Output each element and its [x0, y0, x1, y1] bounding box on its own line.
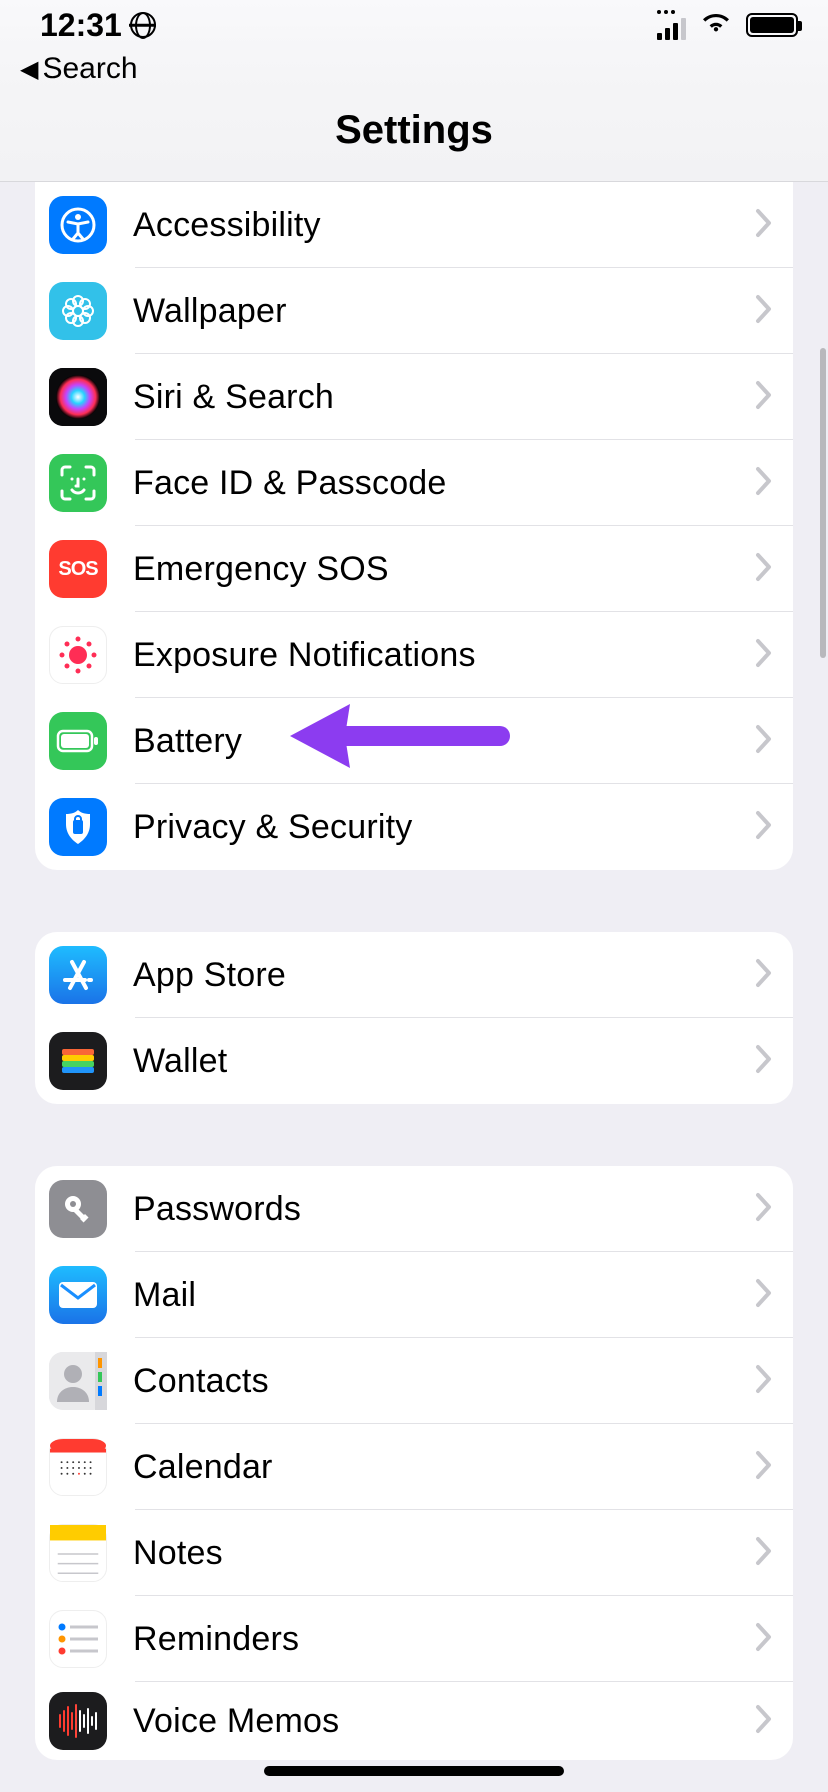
row-mail[interactable]: Mail: [35, 1252, 793, 1338]
chevron-right-icon: [755, 638, 773, 673]
chevron-right-icon: [755, 1450, 773, 1485]
reminders-icon: [49, 1610, 107, 1668]
chevron-right-icon: [755, 1278, 773, 1313]
privacy-icon: [49, 798, 107, 856]
battery-status-icon: [746, 13, 798, 37]
row-label: Voice Memos: [133, 1702, 755, 1741]
faceid-icon: [49, 454, 107, 512]
chevron-right-icon: [755, 1536, 773, 1571]
wallpaper-icon: [49, 282, 107, 340]
status-bar: 12:31: [0, 0, 828, 50]
chevron-right-icon: [755, 380, 773, 415]
row-passwords[interactable]: Passwords: [35, 1166, 793, 1252]
notes-icon: [49, 1524, 107, 1582]
scrollbar[interactable]: [820, 348, 826, 658]
row-label: Calendar: [133, 1448, 755, 1487]
wallet-icon: [49, 1032, 107, 1090]
chevron-right-icon: [755, 1704, 773, 1739]
chevron-right-icon: [755, 1044, 773, 1079]
row-reminders[interactable]: Reminders: [35, 1596, 793, 1682]
row-label: Exposure Notifications: [133, 636, 755, 675]
row-siri-search[interactable]: Siri & Search: [35, 354, 793, 440]
row-label: Notes: [133, 1534, 755, 1573]
row-voice-memos[interactable]: Voice Memos: [35, 1682, 793, 1760]
row-faceid-passcode[interactable]: Face ID & Passcode: [35, 440, 793, 526]
sos-icon: SOS: [49, 540, 107, 598]
row-privacy-security[interactable]: Privacy & Security: [35, 784, 793, 870]
passwords-icon: [49, 1180, 107, 1238]
row-label: Reminders: [133, 1620, 755, 1659]
row-notes[interactable]: Notes: [35, 1510, 793, 1596]
chevron-right-icon: [755, 552, 773, 587]
accessibility-icon: [49, 196, 107, 254]
chevron-right-icon: [755, 208, 773, 243]
voicememos-icon: [49, 1692, 107, 1750]
globe-icon: [130, 12, 156, 38]
row-label: Privacy & Security: [133, 808, 755, 847]
settings-section-general: Accessibility Wallpaper Siri & Search: [35, 182, 793, 870]
row-label: Emergency SOS: [133, 550, 755, 589]
row-exposure-notifications[interactable]: Exposure Notifications: [35, 612, 793, 698]
row-label: Face ID & Passcode: [133, 464, 755, 503]
page-header: Settings: [0, 98, 828, 182]
wifi-icon: [700, 11, 732, 40]
chevron-right-icon: [755, 1622, 773, 1657]
row-label: Wallpaper: [133, 292, 755, 331]
row-accessibility[interactable]: Accessibility: [35, 182, 793, 268]
status-time: 12:31: [40, 7, 122, 44]
contacts-icon: [49, 1352, 107, 1410]
row-label: App Store: [133, 956, 755, 995]
chevron-right-icon: [755, 958, 773, 993]
chevron-right-icon: [755, 724, 773, 759]
row-label: Battery: [133, 722, 755, 761]
back-label: Search: [42, 52, 137, 86]
chevron-right-icon: [755, 294, 773, 329]
chevron-right-icon: [755, 1192, 773, 1227]
chevron-right-icon: [755, 810, 773, 845]
page-title: Settings: [0, 108, 828, 153]
row-app-store[interactable]: App Store: [35, 932, 793, 1018]
exposure-icon: [49, 626, 107, 684]
calendar-icon: [49, 1438, 107, 1496]
status-left: 12:31: [40, 7, 156, 44]
row-emergency-sos[interactable]: SOS Emergency SOS: [35, 526, 793, 612]
back-search-link[interactable]: ◀ Search: [0, 50, 828, 98]
settings-section-apps: Passwords Mail Contacts Calendar: [35, 1166, 793, 1760]
settings-list: Accessibility Wallpaper Siri & Search: [0, 182, 828, 1760]
cellular-icon: [657, 10, 686, 40]
row-wallpaper[interactable]: Wallpaper: [35, 268, 793, 354]
chevron-right-icon: [755, 1364, 773, 1399]
row-contacts[interactable]: Contacts: [35, 1338, 793, 1424]
row-wallet[interactable]: Wallet: [35, 1018, 793, 1104]
mail-icon: [49, 1266, 107, 1324]
row-label: Contacts: [133, 1362, 755, 1401]
row-label: Passwords: [133, 1190, 755, 1229]
appstore-icon: [49, 946, 107, 1004]
row-label: Wallet: [133, 1042, 755, 1081]
settings-section-store: App Store Wallet: [35, 932, 793, 1104]
chevron-right-icon: [755, 466, 773, 501]
siri-icon: [49, 368, 107, 426]
row-label: Mail: [133, 1276, 755, 1315]
row-label: Siri & Search: [133, 378, 755, 417]
status-right: [657, 10, 798, 40]
back-chevron-icon: ◀: [20, 55, 38, 84]
home-indicator[interactable]: [264, 1766, 564, 1776]
row-battery[interactable]: Battery: [35, 698, 793, 784]
battery-icon: [49, 712, 107, 770]
row-calendar[interactable]: Calendar: [35, 1424, 793, 1510]
row-label: Accessibility: [133, 206, 755, 245]
